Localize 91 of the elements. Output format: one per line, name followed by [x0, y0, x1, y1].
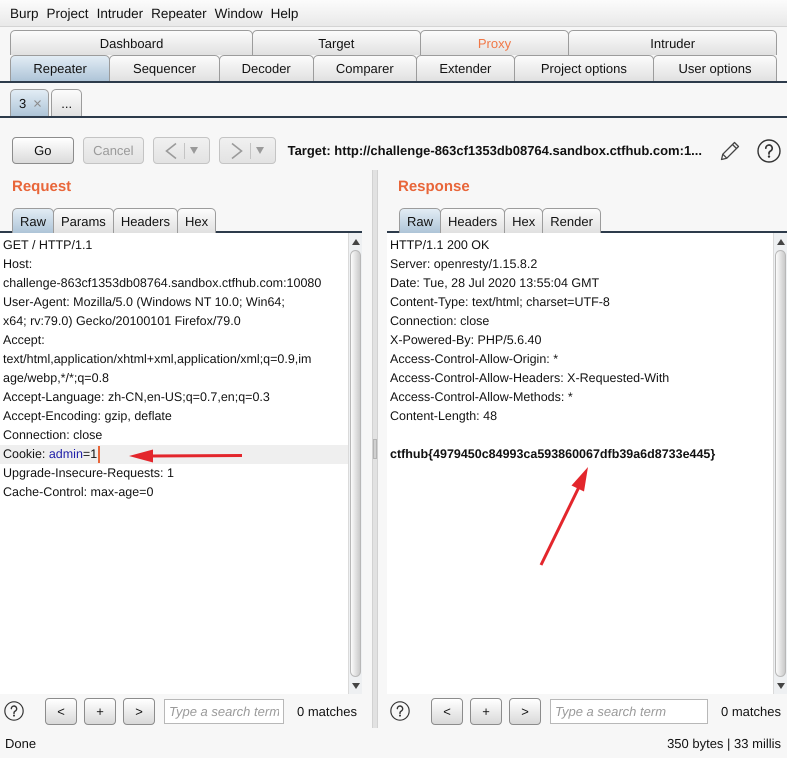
- code-line: Host:: [3, 256, 32, 273]
- request-session-tab[interactable]: 3: [10, 89, 50, 116]
- code-line: Server: openresty/1.15.8.2: [390, 256, 538, 273]
- menu-item[interactable]: Intruder: [96, 6, 144, 20]
- request-editor[interactable]: [0, 233, 362, 694]
- chevron-left-icon: [164, 142, 177, 160]
- code-line: HTTP/1.1 200 OK: [390, 237, 490, 254]
- match-count: 0 matches: [297, 704, 357, 718]
- code-line: Access-Control-Allow-Methods: *: [390, 389, 573, 406]
- help-button[interactable]: [390, 701, 410, 721]
- main-tab[interactable]: Decoder: [218, 55, 314, 81]
- response-stats: 350 bytes | 33 millis: [667, 736, 781, 750]
- menu-item[interactable]: Help: [270, 6, 298, 20]
- help-button[interactable]: [4, 701, 24, 721]
- pencil-icon: [720, 140, 742, 161]
- response-body: ctfhub{4979450c84993ca593860067dfb39a6d8733e445}: [390, 446, 716, 463]
- code-line: Accept:: [3, 332, 45, 349]
- scrollbar-track[interactable]: [348, 233, 362, 694]
- main-tab[interactable]: Extender: [416, 55, 515, 81]
- search-nav-button[interactable]: >: [123, 698, 155, 724]
- main-tab[interactable]: Target: [252, 30, 421, 55]
- editor-tab[interactable]: Raw: [12, 208, 54, 233]
- code-line: Date: Tue, 28 Jul 2020 13:55:04 GMT: [390, 275, 600, 292]
- help-button[interactable]: [757, 138, 782, 162]
- code-line: text/html,application/xhtml+xml,application/xml;q=0.9,im: [3, 351, 312, 368]
- code-line: Content-Type: text/html; charset=UTF-8: [390, 294, 610, 311]
- editor-tab[interactable]: Hex: [504, 208, 544, 233]
- editor-tab[interactable]: Headers: [440, 208, 506, 233]
- scroll-up-arrow-icon[interactable]: [352, 238, 360, 244]
- help-icon: [4, 701, 24, 721]
- main-tab[interactable]: Sequencer: [109, 55, 220, 81]
- target-url: Target: http://challenge-863cf1353db08764.sandbox.ctfhub.com:1...: [288, 143, 702, 158]
- code-line: age/webp,*/*;q=0.8: [3, 370, 109, 387]
- main-tab[interactable]: Intruder: [568, 30, 777, 55]
- code-line: Connection: close: [3, 427, 102, 444]
- code-line: User-Agent: Mozilla/5.0 (Windows NT 10.0; Win64;: [3, 294, 285, 311]
- code-line: Access-Control-Allow-Headers: X-Requested-With: [390, 370, 670, 387]
- request-session-tab[interactable]: ...: [51, 89, 82, 116]
- chevron-right-icon: [230, 142, 243, 160]
- caret-down-icon: [190, 147, 198, 154]
- main-tab[interactable]: Comparer: [312, 55, 418, 81]
- main-tab[interactable]: Repeater: [10, 55, 110, 81]
- code-line: Accept-Language: zh-CN,en-US;q=0.7,en;q=0.3: [3, 389, 270, 406]
- code-line: Connection: close: [390, 313, 490, 330]
- edit-target-button[interactable]: [720, 140, 742, 161]
- menu-item[interactable]: Burp: [10, 6, 39, 20]
- code-line: X-Powered-By: PHP/5.6.40: [390, 332, 542, 349]
- response-viewer[interactable]: [387, 233, 787, 694]
- code-line: Cache-Control: max-age=0: [3, 484, 154, 501]
- code-line: GET / HTTP/1.1: [3, 237, 92, 254]
- main-tab[interactable]: User options: [653, 55, 777, 81]
- scroll-up-arrow-icon[interactable]: [776, 238, 784, 244]
- search-nav-button[interactable]: <: [45, 698, 77, 724]
- editor-tab[interactable]: Headers: [112, 208, 178, 233]
- menu-item[interactable]: Window: [214, 6, 263, 20]
- code-line: x64; rv:79.0) Gecko/20100101 Firefox/79.0: [3, 313, 241, 330]
- search-nav-button[interactable]: +: [84, 698, 116, 724]
- caret-down-icon: [256, 147, 264, 154]
- code-line: Accept-Encoding: gzip, deflate: [3, 408, 172, 425]
- menu-item[interactable]: Repeater: [151, 6, 207, 20]
- scroll-down-arrow-icon[interactable]: [776, 682, 784, 688]
- editor-tab[interactable]: Hex: [176, 208, 216, 233]
- text-cursor-icon: [98, 446, 100, 463]
- code-line: Cookie: admin=1: [3, 446, 98, 463]
- code-line: challenge-863cf1353db08764.sandbox.ctfhub.com:10080: [3, 275, 322, 292]
- pane-title: Response: [398, 178, 471, 197]
- help-icon: [390, 701, 410, 721]
- editor-tab[interactable]: Render: [542, 208, 601, 233]
- main-tab[interactable]: Project options: [514, 55, 654, 81]
- search-nav-button[interactable]: <: [431, 698, 463, 724]
- help-icon: [757, 138, 782, 162]
- search-field[interactable]: Type a search term: [164, 698, 284, 724]
- menu-item[interactable]: Project: [46, 6, 89, 20]
- editor-tab[interactable]: Params: [53, 208, 114, 233]
- scrollbar-thumb[interactable]: [350, 250, 361, 677]
- toolbar-button[interactable]: Go: [12, 137, 74, 164]
- match-count: 0 matches: [721, 704, 781, 718]
- code-line: Content-Length: 48: [390, 408, 498, 425]
- editor-tab[interactable]: Raw: [399, 208, 442, 233]
- scrollbar-track[interactable]: [773, 233, 787, 694]
- grip-icon[interactable]: [372, 439, 376, 459]
- status-message: Done: [5, 736, 36, 750]
- code-line: Access-Control-Allow-Origin: *: [390, 351, 558, 368]
- search-field[interactable]: Type a search term: [550, 698, 708, 724]
- scrollbar-thumb[interactable]: [775, 250, 786, 677]
- main-tab[interactable]: Dashboard: [10, 30, 254, 55]
- search-nav-button[interactable]: >: [509, 698, 541, 724]
- search-nav-button[interactable]: +: [470, 698, 502, 724]
- code-line: Upgrade-Insecure-Requests: 1: [3, 465, 174, 482]
- pane-title: Request: [12, 178, 72, 197]
- scroll-down-arrow-icon[interactable]: [352, 682, 360, 688]
